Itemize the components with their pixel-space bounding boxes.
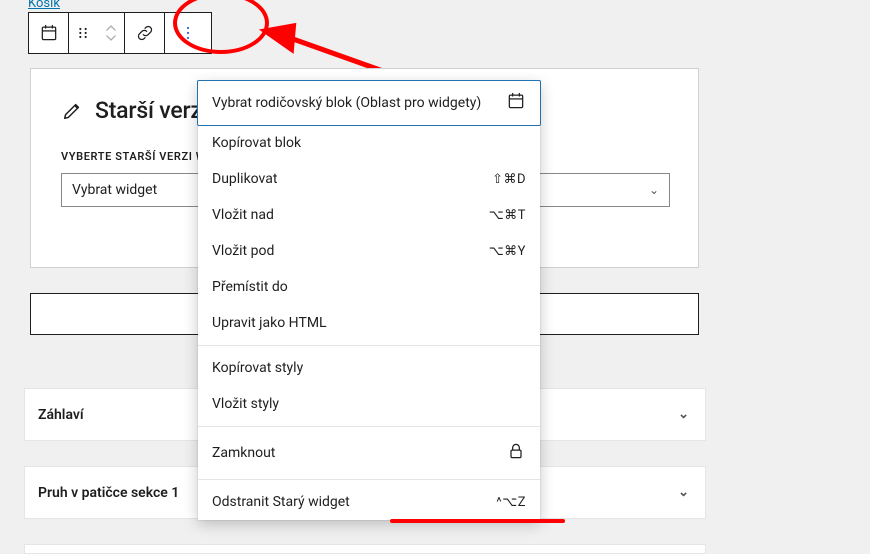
kosik-link[interactable]: Košík [28,0,60,11]
menu-remove[interactable]: Odstranit Starý widget^⌥Z [198,484,540,520]
chevron-down-icon: ⌄ [678,407,689,422]
menu-lock[interactable]: Zamknout [198,431,540,475]
chevron-down-icon: ⌄ [678,485,689,500]
menu-edit-html[interactable]: Upravit jako HTML [198,305,540,341]
menu-separator [198,345,540,346]
more-options-button[interactable] [165,13,211,53]
widget-area-next[interactable] [24,544,706,554]
calendar-icon [506,91,526,115]
drag-icon [75,25,91,41]
menu-duplicate[interactable]: Duplikovat⇧⌘D [198,161,540,197]
kebab-icon [178,23,198,43]
menu-copy-block[interactable]: Kopírovat blok [198,125,540,161]
pencil-icon [61,100,83,122]
menu-select-parent[interactable]: Vybrat rodičovský blok (Oblast pro widge… [197,80,541,126]
link-icon [135,23,155,43]
annotation-underline [390,519,565,523]
chevron-up-icon [106,25,116,32]
block-toolbar [28,12,212,54]
menu-separator [198,479,540,480]
block-mover[interactable] [97,13,125,53]
menu-separator [198,426,540,427]
menu-insert-after[interactable]: Vložit pod⌥⌘Y [198,233,540,269]
drag-handle[interactable] [69,13,97,53]
menu-copy-styles[interactable]: Kopírovat styly [198,350,540,386]
section-title: Pruh v patičce sekce 1 [38,485,179,501]
chevron-down-icon: ⌄ [649,183,659,197]
calendar-icon [39,23,59,43]
block-type-button[interactable] [29,13,69,53]
menu-insert-before[interactable]: Vložit nad⌥⌘T [198,197,540,233]
widget-select-value: Vybrat widget [72,182,157,198]
block-options-menu: Vybrat rodičovský blok (Oblast pro widge… [198,81,540,520]
link-button[interactable] [125,13,165,53]
menu-move-to[interactable]: Přemístit do [198,269,540,305]
section-title: Záhlaví [38,407,84,423]
chevron-down-icon [106,34,116,41]
menu-paste-styles[interactable]: Vložit styly [198,386,540,422]
lock-icon [506,441,526,465]
